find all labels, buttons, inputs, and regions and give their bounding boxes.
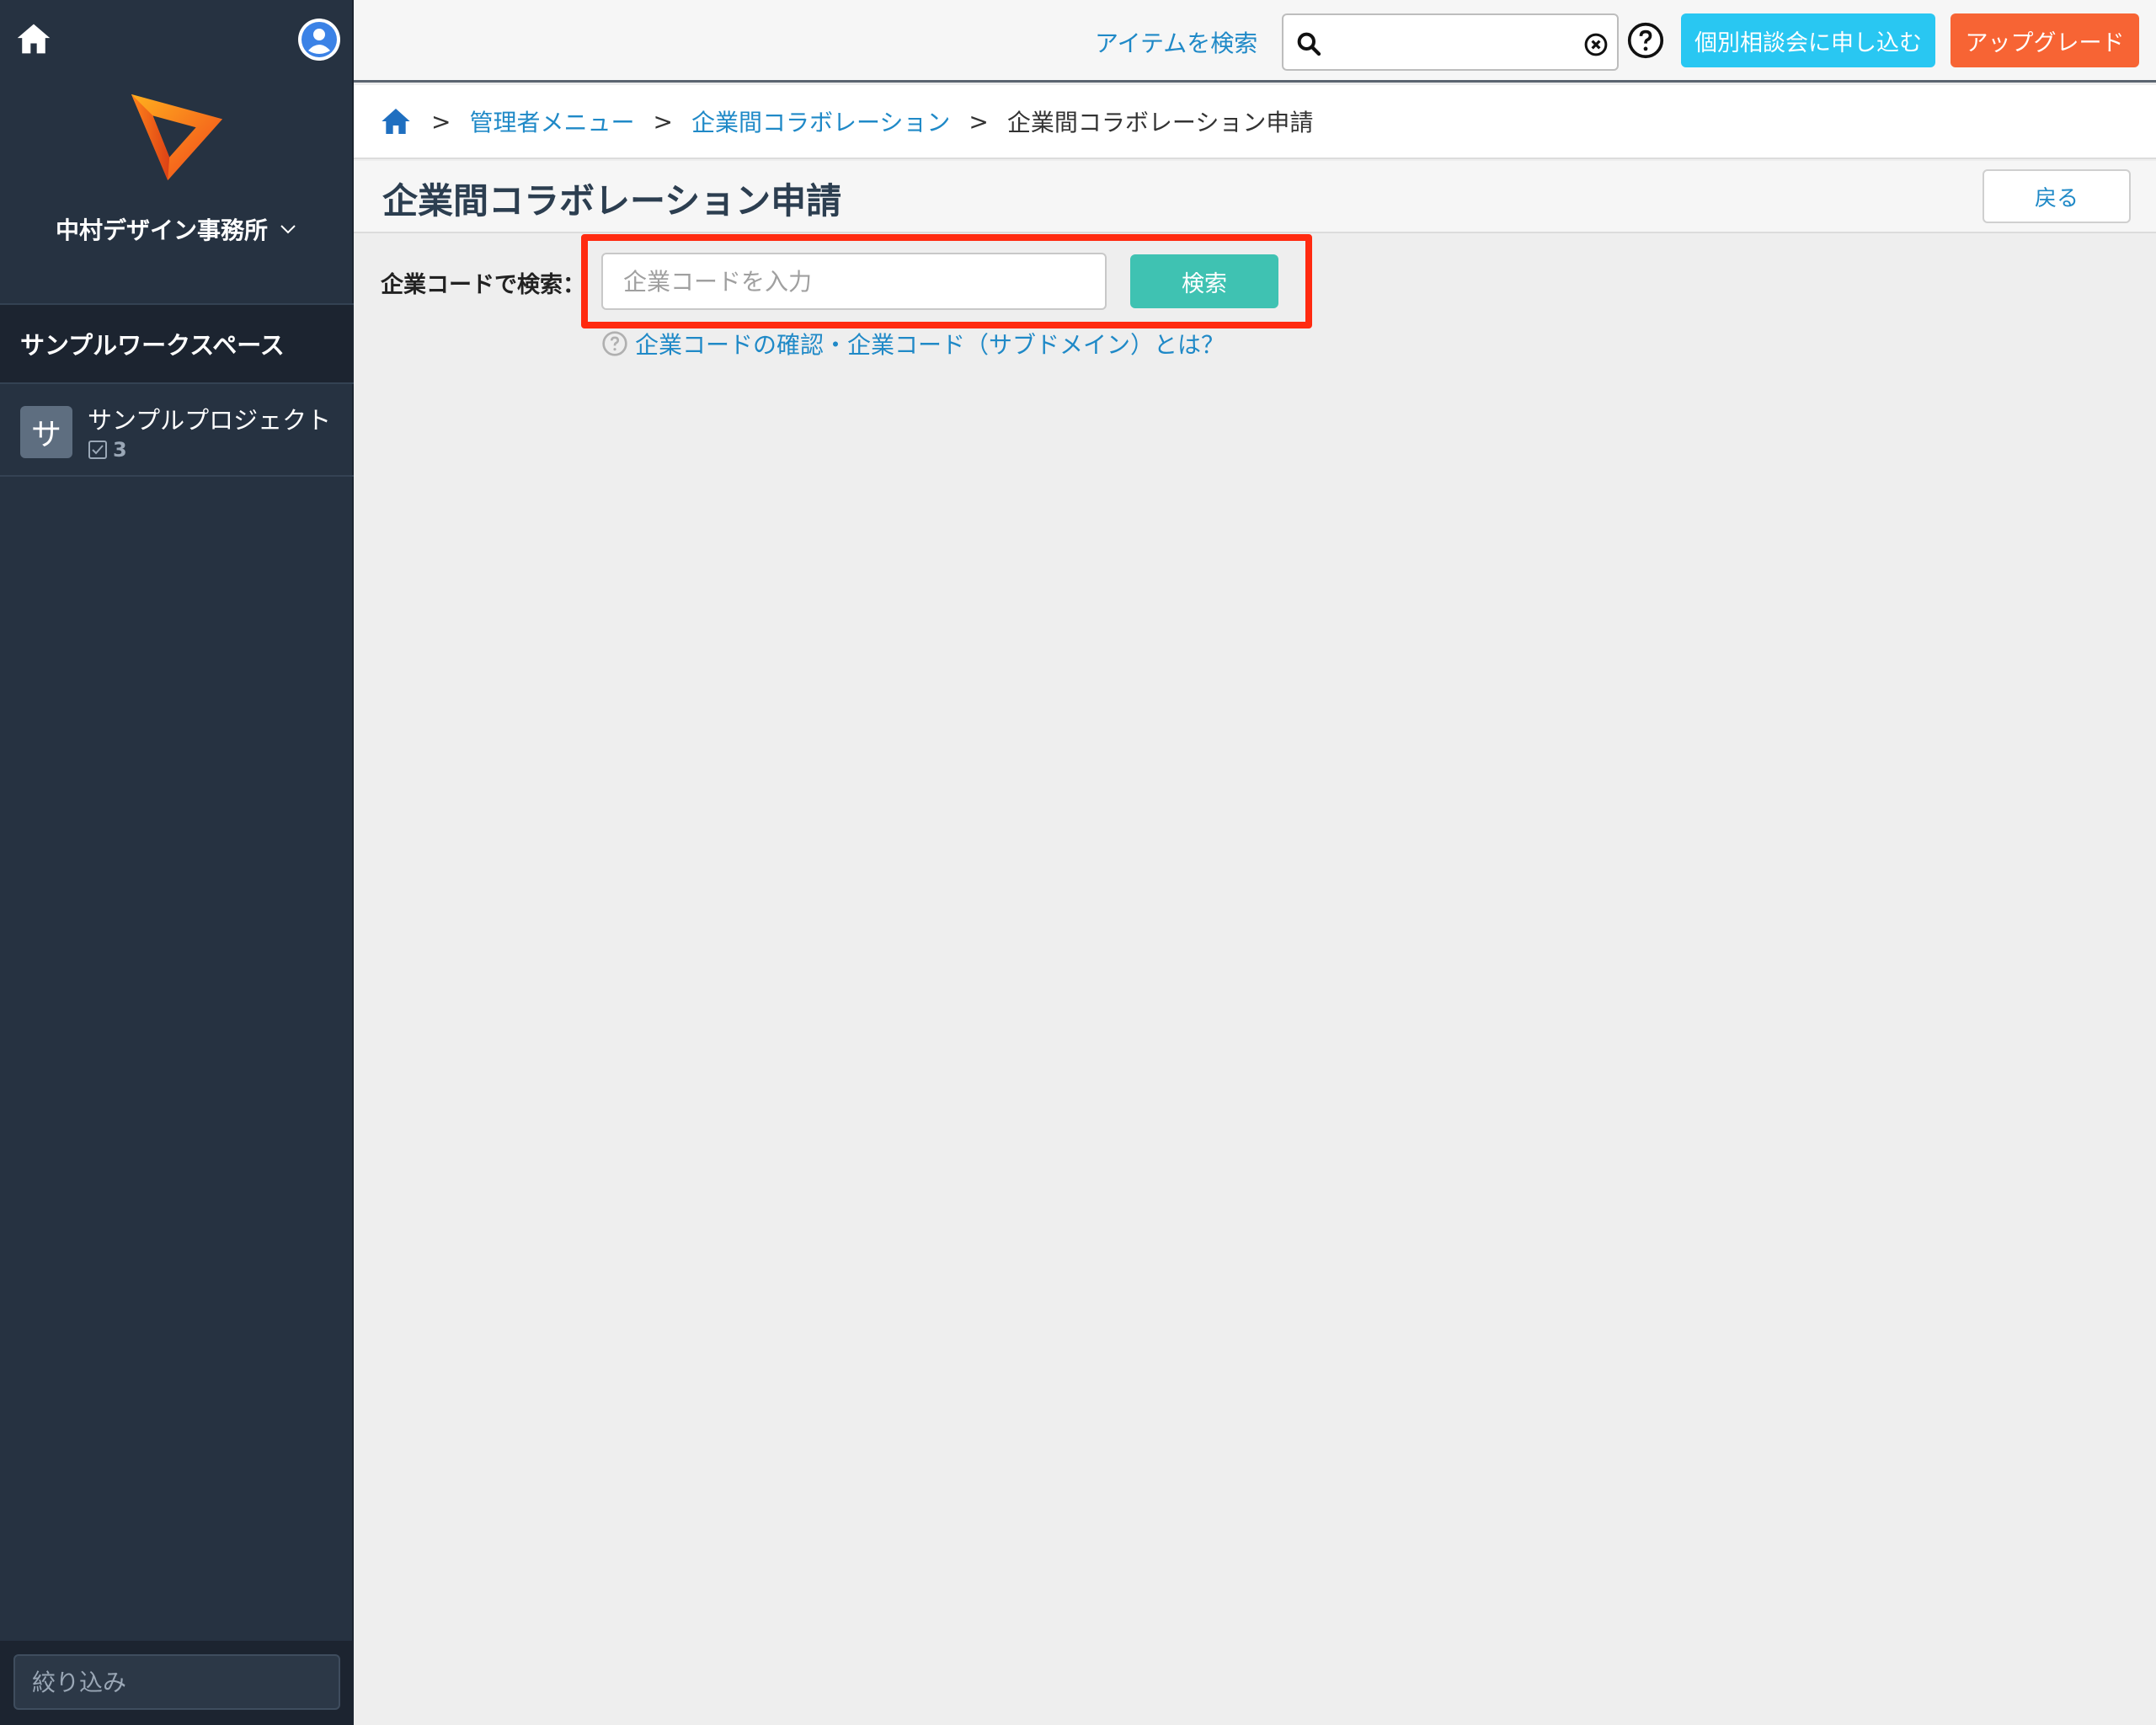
help-icon[interactable]: [1627, 22, 1664, 59]
workspace-name: サンプルワークスペース: [20, 331, 285, 360]
company-code-help-link[interactable]: 企業コードの確認・企業コード（サブドメイン）とは？: [601, 327, 1225, 360]
breadcrumb-separator: >: [431, 107, 451, 136]
sidebar-filter-area: [0, 1641, 354, 1725]
sidebar: 中村デザイン事務所 サンプルワークスペース サ サンプルプロジェクト 3: [0, 0, 354, 1725]
search-icon: [1297, 32, 1321, 56]
sidebar-filter-input[interactable]: [13, 1654, 340, 1710]
help-link-text: 企業コードの確認・企業コード（サブドメイン）とは？: [635, 331, 1225, 359]
breadcrumb-current: 企業間コラボレーション申請: [1006, 109, 1314, 136]
item-search-input[interactable]: [1331, 19, 1575, 66]
chevron-down-icon: [280, 225, 296, 234]
breadcrumb-home-icon[interactable]: [379, 104, 413, 138]
top-header: アイテムを検索 個別相談会に申し込む アップグレード: [354, 0, 2156, 83]
breadcrumb-admin-menu[interactable]: 管理者メニュー: [469, 104, 634, 138]
item-search-box[interactable]: [1282, 13, 1619, 71]
home-icon[interactable]: [15, 20, 52, 57]
org-name: 中村デザイン事務所: [55, 216, 268, 244]
back-button[interactable]: 戻る: [1983, 169, 2131, 223]
item-search-label[interactable]: アイテムを検索: [1095, 25, 1257, 59]
user-avatar-icon[interactable]: [298, 19, 340, 61]
project-task-count: 3: [88, 438, 127, 462]
clear-icon[interactable]: [1583, 32, 1609, 57]
workspace-item[interactable]: サンプルワークスペース: [0, 303, 354, 384]
breadcrumb-separator: >: [969, 107, 989, 136]
task-count-value: 3: [113, 438, 127, 462]
search-button[interactable]: 検索: [1130, 254, 1278, 308]
project-name: サンプルプロジェクト: [88, 406, 332, 435]
question-circle-icon: [602, 331, 627, 356]
org-switcher[interactable]: 中村デザイン事務所: [0, 211, 354, 248]
company-code-search-label: 企業コードで検索：: [381, 272, 585, 298]
breadcrumb-separator: >: [653, 107, 673, 136]
sidebar-item-project[interactable]: サ サンプルプロジェクト 3: [0, 386, 354, 477]
task-check-icon: [88, 441, 107, 459]
company-code-input[interactable]: [601, 253, 1107, 310]
breadcrumb-collaboration[interactable]: 企業間コラボレーション: [691, 104, 950, 138]
project-badge: サ: [20, 406, 72, 458]
consult-button[interactable]: 個別相談会に申し込む: [1681, 13, 1935, 67]
upgrade-button[interactable]: アップグレード: [1951, 13, 2139, 67]
breadcrumb: > 管理者メニュー > 企業間コラボレーション > 企業間コラボレーション申請: [354, 85, 2156, 159]
page-title: 企業間コラボレーション申請: [382, 180, 842, 222]
brand-logo-icon: [131, 93, 223, 181]
title-bar: 企業間コラボレーション申請 戻る: [354, 161, 2156, 233]
